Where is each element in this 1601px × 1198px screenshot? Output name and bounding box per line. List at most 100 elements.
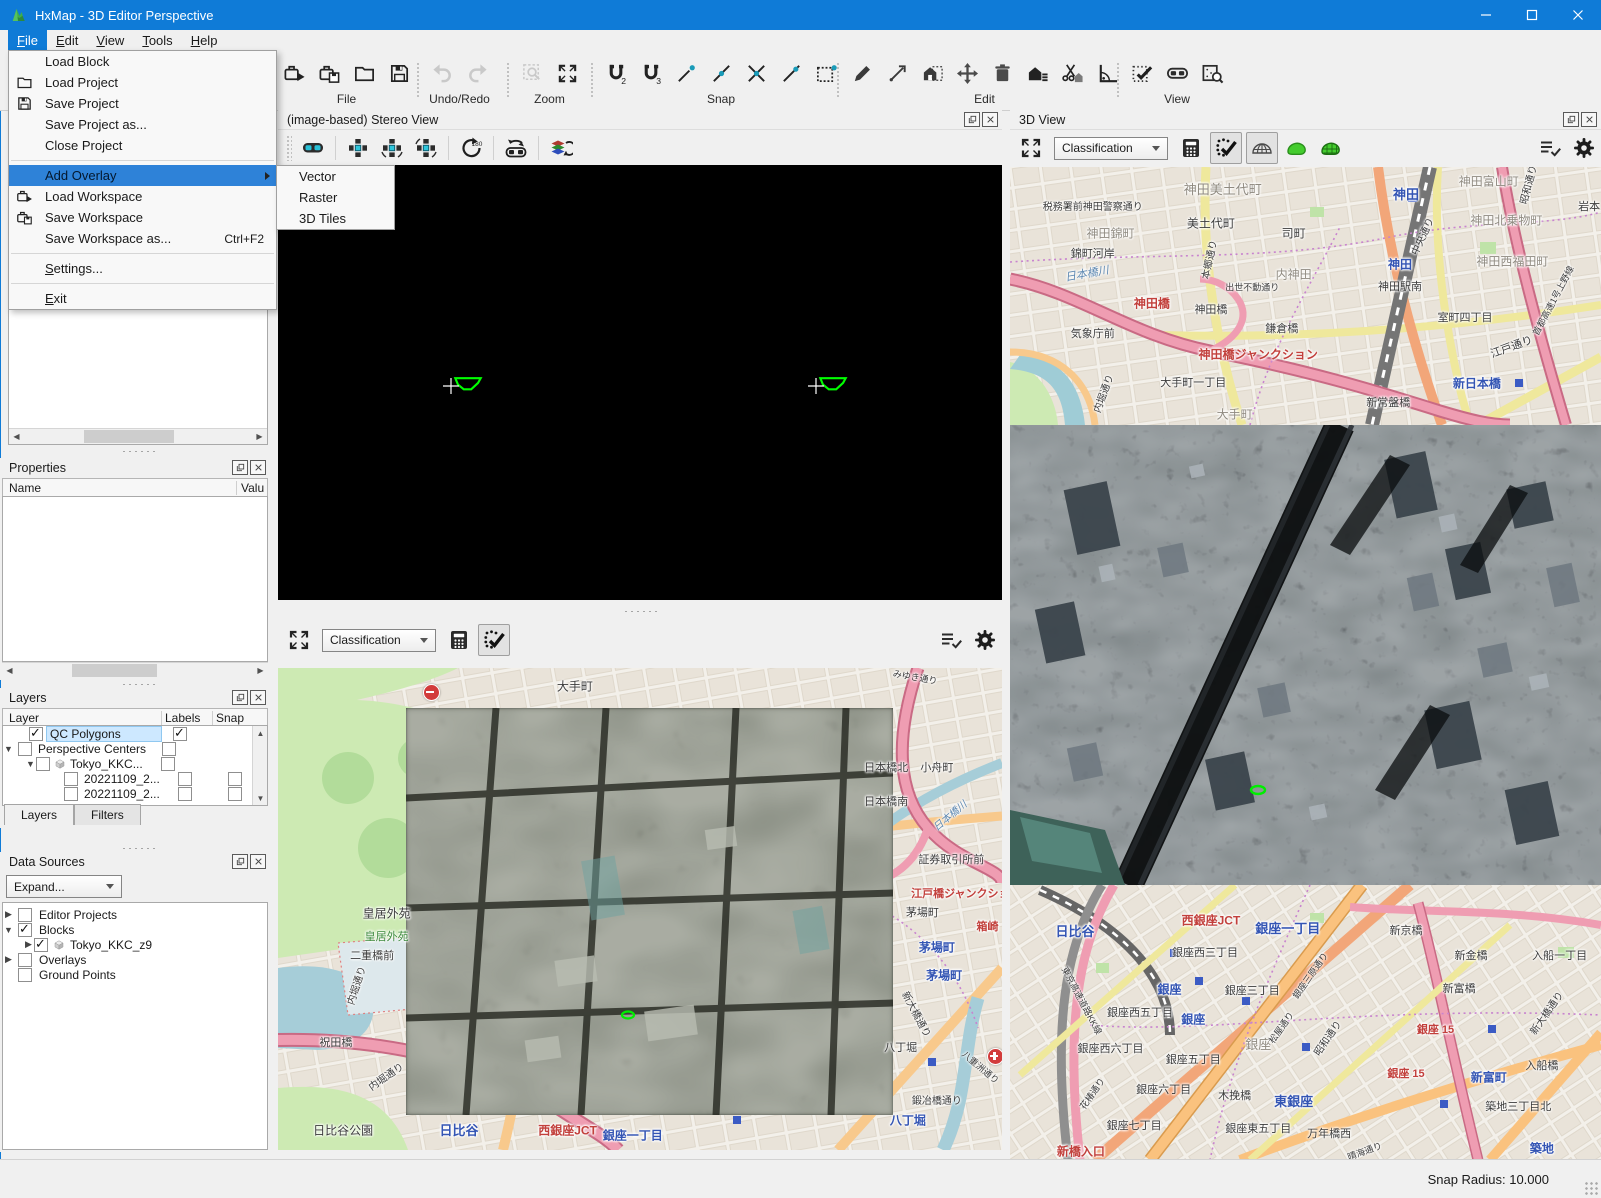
menu-item-save-project[interactable]: Save Project: [9, 93, 276, 114]
close-panel-button[interactable]: [250, 460, 266, 475]
snap-midpoint-icon[interactable]: [707, 59, 735, 87]
view-mode-dropdown[interactable]: Classification: [322, 629, 436, 652]
rotate-180-icon[interactable]: [456, 133, 486, 163]
menu-item-save-workspace[interactable]: Save Workspace: [9, 207, 276, 228]
snap-endpoint-icon[interactable]: [672, 59, 700, 87]
visibility-checkbox[interactable]: [64, 772, 78, 786]
float-panel-button[interactable]: [232, 460, 248, 475]
layer-label[interactable]: Tokyo_KKC...: [70, 757, 149, 771]
layer-label[interactable]: 20221109_2...: [84, 787, 166, 801]
visibility-checkbox[interactable]: [18, 742, 32, 756]
checkbox[interactable]: [18, 968, 32, 982]
swap-eyes-icon[interactable]: [501, 133, 531, 163]
minimize-button[interactable]: [1463, 0, 1509, 30]
menu-file[interactable]: File: [8, 30, 47, 52]
checkbox[interactable]: [18, 908, 32, 922]
scroll-thumb[interactable]: [72, 664, 157, 677]
tab-layers[interactable]: Layers: [4, 804, 74, 825]
layers-col-layer[interactable]: Layer: [3, 711, 161, 725]
save-workspace-icon[interactable]: [315, 59, 343, 87]
labels-checkbox[interactable]: [162, 742, 176, 756]
tree-row-tokyo-kkc-z9[interactable]: ▶ Tokyo_KKC_z9: [3, 937, 267, 952]
close-panel-button[interactable]: [250, 854, 266, 869]
stereo-cursor-rotate2-icon[interactable]: [411, 133, 441, 163]
expand-arrow-icon[interactable]: ▶: [23, 939, 34, 950]
delete-icon[interactable]: [988, 59, 1016, 87]
qc-points-icon[interactable]: [478, 624, 510, 656]
draw-line-icon[interactable]: [883, 59, 911, 87]
close-panel-button[interactable]: [250, 690, 266, 705]
layer-row-perspective-centers[interactable]: ▼ Perspective Centers: [3, 741, 267, 756]
maximize-button[interactable]: [1509, 0, 1555, 30]
expand-dropdown[interactable]: Expand...: [6, 875, 122, 898]
save-project-icon[interactable]: [385, 59, 413, 87]
stereo-viewport[interactable]: [278, 165, 1002, 600]
collapse-arrow-icon[interactable]: ▼: [3, 925, 14, 935]
float-panel-button[interactable]: [1563, 112, 1579, 127]
menu-item-load-project[interactable]: Load Project: [9, 72, 276, 93]
tree-label[interactable]: Blocks: [39, 923, 74, 937]
menu-help[interactable]: Help: [182, 30, 227, 52]
stereo-glasses-icon[interactable]: [1163, 59, 1191, 87]
layer-label[interactable]: 20221109_2...: [84, 772, 166, 786]
menu-tools[interactable]: Tools: [133, 30, 181, 52]
stereo-cursor-pad-icon[interactable]: [343, 133, 373, 163]
float-panel-button[interactable]: [232, 690, 248, 705]
collapse-arrow-icon[interactable]: ▼: [3, 744, 14, 754]
menu-item-load-workspace[interactable]: Load Workspace: [9, 186, 276, 207]
menu-item-add-overlay[interactable]: Add Overlay: [9, 165, 276, 186]
expand-arrow-icon[interactable]: ▶: [3, 954, 14, 965]
layer-label[interactable]: QC Polygons: [46, 726, 162, 742]
properties-hscrollbar[interactable]: ◀ ▶: [2, 662, 268, 678]
settings-gear-icon[interactable]: [1569, 133, 1599, 163]
menu-item-save-project-as[interactable]: Save Project as...: [9, 114, 276, 135]
layer-colors-icon[interactable]: [546, 133, 576, 163]
redo-icon[interactable]: [463, 59, 491, 87]
scroll-left-arrow[interactable]: ◀: [9, 429, 24, 443]
splitter[interactable]: [278, 608, 1002, 615]
menu-item-save-workspace-as[interactable]: Save Workspace as...Ctrl+F2: [9, 228, 276, 249]
scroll-right-arrow[interactable]: ▶: [252, 429, 267, 443]
qc-check-icon[interactable]: [1128, 59, 1156, 87]
menu-view[interactable]: View: [87, 30, 133, 52]
menu-item-exit[interactable]: Exit: [9, 288, 276, 309]
submenu-item-raster[interactable]: Raster: [277, 187, 394, 208]
tree-row-ground-points[interactable]: Ground Points: [3, 967, 267, 982]
splitter[interactable]: [8, 681, 268, 688]
checkbox[interactable]: [34, 938, 48, 952]
attributes-icon[interactable]: [1023, 59, 1051, 87]
properties-col-name[interactable]: Name: [3, 481, 236, 495]
map-overview-icon[interactable]: [1198, 59, 1226, 87]
tree-label[interactable]: Overlays: [39, 953, 86, 967]
close-panel-button[interactable]: [982, 112, 998, 127]
properties-body[interactable]: [2, 496, 268, 662]
expand-view-icon[interactable]: [284, 625, 314, 655]
expand-arrow-icon[interactable]: ▶: [3, 909, 14, 920]
undo-icon[interactable]: [428, 59, 456, 87]
tree-label[interactable]: Editor Projects: [39, 908, 117, 922]
scroll-down-arrow[interactable]: ▼: [253, 791, 268, 805]
tree-hscrollbar[interactable]: ◀ ▶: [9, 428, 267, 444]
submenu-item-3d-tiles[interactable]: 3D Tiles: [277, 208, 394, 229]
solid-mesh-icon[interactable]: [1282, 133, 1312, 163]
close-button[interactable]: [1555, 0, 1601, 30]
layer-row-tokyo-kkc[interactable]: ▼ Tokyo_KKC...: [3, 756, 267, 771]
visibility-checkbox[interactable]: [64, 787, 78, 801]
scroll-right-arrow[interactable]: ▶: [253, 663, 268, 677]
center-map-view[interactable]: 大手町みゆき通り皇居外苑皇居外苑二重橋前内堀通り祝田橋内堀通り日比谷公園日比谷西…: [278, 668, 1002, 1150]
snap-magnet3-icon[interactable]: [637, 59, 665, 87]
snap-nearest-icon[interactable]: [777, 59, 805, 87]
scroll-thumb[interactable]: [84, 430, 174, 443]
tree-label[interactable]: Ground Points: [39, 968, 116, 982]
draw-polygon-icon[interactable]: [848, 59, 876, 87]
labels-checkbox[interactable]: [178, 787, 192, 801]
layer-row-20221109-a[interactable]: 20221109_2...: [3, 771, 267, 786]
layer-row-20221109-b[interactable]: 20221109_2...: [3, 786, 267, 801]
splitter[interactable]: [8, 448, 268, 455]
visibility-checkbox[interactable]: [36, 757, 50, 771]
3d-view-satellite[interactable]: [1010, 425, 1601, 885]
settings-gear-icon[interactable]: [970, 625, 1000, 655]
layer-list-icon[interactable]: [1535, 133, 1565, 163]
layers-vscrollbar[interactable]: ▲ ▼: [252, 726, 267, 805]
view-mode-dropdown[interactable]: Classification: [1054, 137, 1168, 160]
